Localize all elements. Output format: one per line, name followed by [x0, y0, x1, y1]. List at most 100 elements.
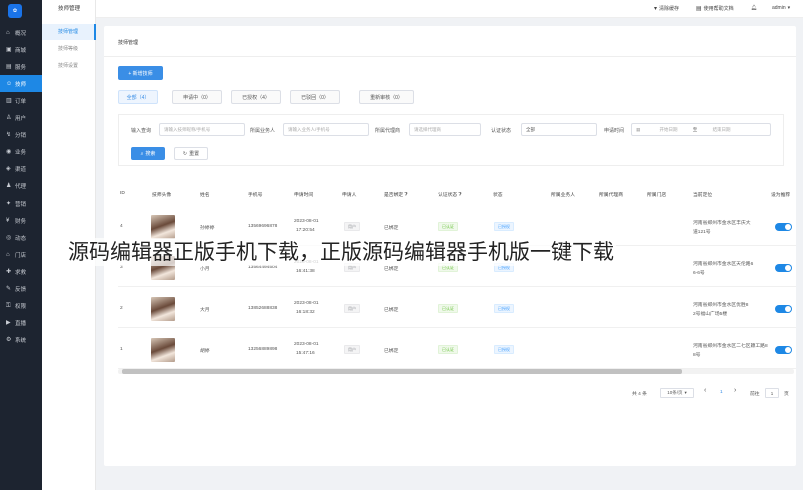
auth-select[interactable]: 全部: [521, 123, 597, 136]
th-agent: 所属代理商: [599, 193, 623, 198]
order-icon: ▥: [6, 97, 12, 104]
keyword-label: 输入查询: [131, 128, 152, 134]
status-tag: 已授权: [494, 345, 514, 354]
add-technician-button[interactable]: + 新增技师: [118, 66, 163, 80]
bell-icon[interactable]: 🔔︎: [751, 5, 757, 11]
broom-icon: ▾: [654, 6, 658, 12]
sub-item-technician-level[interactable]: 技师等级: [42, 41, 96, 57]
search-button[interactable]: ⌕ 搜索: [131, 147, 165, 160]
help-doc-link[interactable]: ▤ 使用帮助文档: [696, 5, 734, 12]
feed-icon: ◎: [6, 234, 12, 241]
nav-item-finance[interactable]: ¥ 财务: [0, 212, 42, 229]
sos-icon: ✚: [6, 268, 12, 275]
th-phone: 手机号: [248, 193, 263, 198]
clear-cache-link[interactable]: ▾ 清除缓存: [654, 5, 679, 12]
finance-icon: ¥: [6, 217, 10, 224]
nav-item-technician[interactable]: ☺ 技师: [0, 75, 42, 93]
recommend-toggle[interactable]: [775, 223, 792, 231]
nav-item-marketing[interactable]: ✦ 营销: [0, 195, 42, 212]
avatar: [151, 338, 175, 362]
nav-item-label: 反馈: [15, 287, 27, 293]
cell-name: 大月: [200, 308, 210, 313]
feedback-icon: ✎: [6, 286, 12, 292]
cell-phone: 13569696878: [248, 224, 278, 229]
cell-location-2: 8号: [693, 353, 701, 358]
table-header: ID 技师头像 姓名 手机号 申请时间 申请人 是否绑定 ❓︎ 认证状态 ❓︎ …: [118, 186, 796, 202]
nav-item-agent[interactable]: ♟ 代理: [0, 178, 42, 195]
cell-location: 河南省郑州市金水区优胜8: [693, 303, 749, 308]
nav-item-store[interactable]: ⌂ 门店: [0, 246, 42, 263]
status-tag: 已授权: [494, 304, 514, 313]
nav-item-feed[interactable]: ◎ 动态: [0, 229, 42, 246]
biz-input[interactable]: 请输入业务人/手机号: [283, 123, 369, 136]
recommend-toggle[interactable]: [775, 305, 792, 313]
th-avatar: 技师头像: [152, 193, 172, 198]
chevron-down-icon: ▾: [684, 390, 687, 395]
app-logo[interactable]: ✿: [8, 4, 22, 18]
nav-item-distribution[interactable]: ↯ 分销: [0, 127, 42, 144]
nav-item-channel[interactable]: ◈ 渠道: [0, 161, 42, 178]
cell-id: 4: [120, 224, 123, 229]
horizontal-scrollbar[interactable]: [118, 369, 794, 374]
filter-panel: 输入查询 请输入技师昵称/手机号 所属业务人 请输入业务人/手机号 所属代理商 …: [118, 114, 784, 166]
agent-icon: ♟: [6, 183, 12, 190]
tab-rejected[interactable]: 已驳回（0）: [290, 90, 340, 104]
help-icon[interactable]: ❓︎: [459, 193, 462, 198]
cell-location-2: 2号福山广场5楼: [693, 312, 728, 317]
cell-bind: 已绑定: [384, 267, 399, 272]
tab-re-review[interactable]: 重新审核（0）: [359, 90, 414, 104]
auth-tag: 已认证: [438, 345, 458, 354]
nav-item-live[interactable]: ▶ 直播: [0, 315, 42, 332]
applicant-tag: 用户: [344, 222, 360, 231]
page-number-current[interactable]: 1: [720, 390, 723, 395]
nav-item-label: 系统: [15, 338, 27, 345]
tab-applying[interactable]: 申请中（0）: [172, 90, 222, 104]
cell-location-2: 道121号: [693, 230, 711, 235]
scrollbar-thumb[interactable]: [122, 369, 682, 374]
nav-item-user[interactable]: ♙ 用户: [0, 110, 42, 127]
reset-button[interactable]: ↻ 重置: [174, 147, 208, 160]
nav-item-sos[interactable]: ✚ 求救: [0, 263, 42, 280]
sub-item-technician-settings[interactable]: 技师设置: [42, 58, 96, 74]
refresh-icon: ↻: [182, 150, 188, 157]
nav-item-label: 业务: [15, 150, 27, 157]
prev-page-button[interactable]: ‹: [704, 387, 706, 394]
time-label: 申请时间: [604, 128, 625, 134]
agent-select[interactable]: 请选择代理商: [409, 123, 481, 136]
top-bar: ▾ 清除缓存 ▤ 使用帮助文档 🔔︎ admin ▾: [96, 0, 803, 18]
nav-item-label: 营销: [15, 201, 27, 208]
divider: [104, 56, 796, 57]
recommend-toggle[interactable]: [775, 346, 792, 354]
store-icon: ⌂: [6, 251, 10, 258]
date-range-picker[interactable]: ▦ 开始日期 至 结束日期: [631, 123, 771, 136]
nav-item-shop[interactable]: ▣ 商城: [0, 41, 42, 58]
nav-item-system[interactable]: ⚙ 系统: [0, 332, 42, 349]
home-icon: ⌂: [6, 29, 10, 36]
tab-authorized[interactable]: 已授权（4）: [231, 90, 281, 104]
cell-bind: 已绑定: [384, 226, 399, 231]
cell-time: 16:18:32: [296, 310, 315, 315]
help-icon[interactable]: ❓︎: [405, 193, 408, 198]
nav-item-business[interactable]: ◉ 业务: [0, 144, 42, 161]
nav-item-home[interactable]: ⌂ 概况: [0, 24, 42, 41]
recommend-toggle[interactable]: [775, 264, 792, 272]
sub-item-technician-manage[interactable]: 技师管理: [42, 24, 96, 40]
nav-item-order[interactable]: ▥ 订单: [0, 92, 42, 109]
nav-item-feedback[interactable]: ✎ 反馈: [0, 281, 42, 298]
cell-name: 胡婷: [200, 349, 210, 354]
cell-id: 1: [120, 347, 123, 352]
biz-label: 所属业务人: [250, 128, 276, 134]
nav-item-permission[interactable]: ⚿ 权限: [0, 298, 42, 315]
cell-date: 2023-08-01: [294, 301, 319, 306]
goto-page-input[interactable]: 1: [765, 388, 779, 398]
technician-icon: ☺: [6, 80, 13, 87]
keyword-input[interactable]: 请输入技师昵称/手机号: [159, 123, 245, 136]
page-size-select[interactable]: 10条/页 ▾: [660, 388, 694, 398]
tab-all[interactable]: 全部（4）: [118, 90, 158, 104]
overlay-caption: 源码编辑器正版手机下载，正版源码编辑器手机版一键下载: [66, 238, 616, 266]
next-page-button[interactable]: ›: [734, 387, 736, 394]
cell-date: 2023-08-01: [294, 219, 319, 224]
nav-item-service[interactable]: ▤ 服务: [0, 58, 42, 75]
goto-suffix: 页: [784, 392, 789, 397]
user-menu[interactable]: admin ▾: [772, 5, 790, 11]
